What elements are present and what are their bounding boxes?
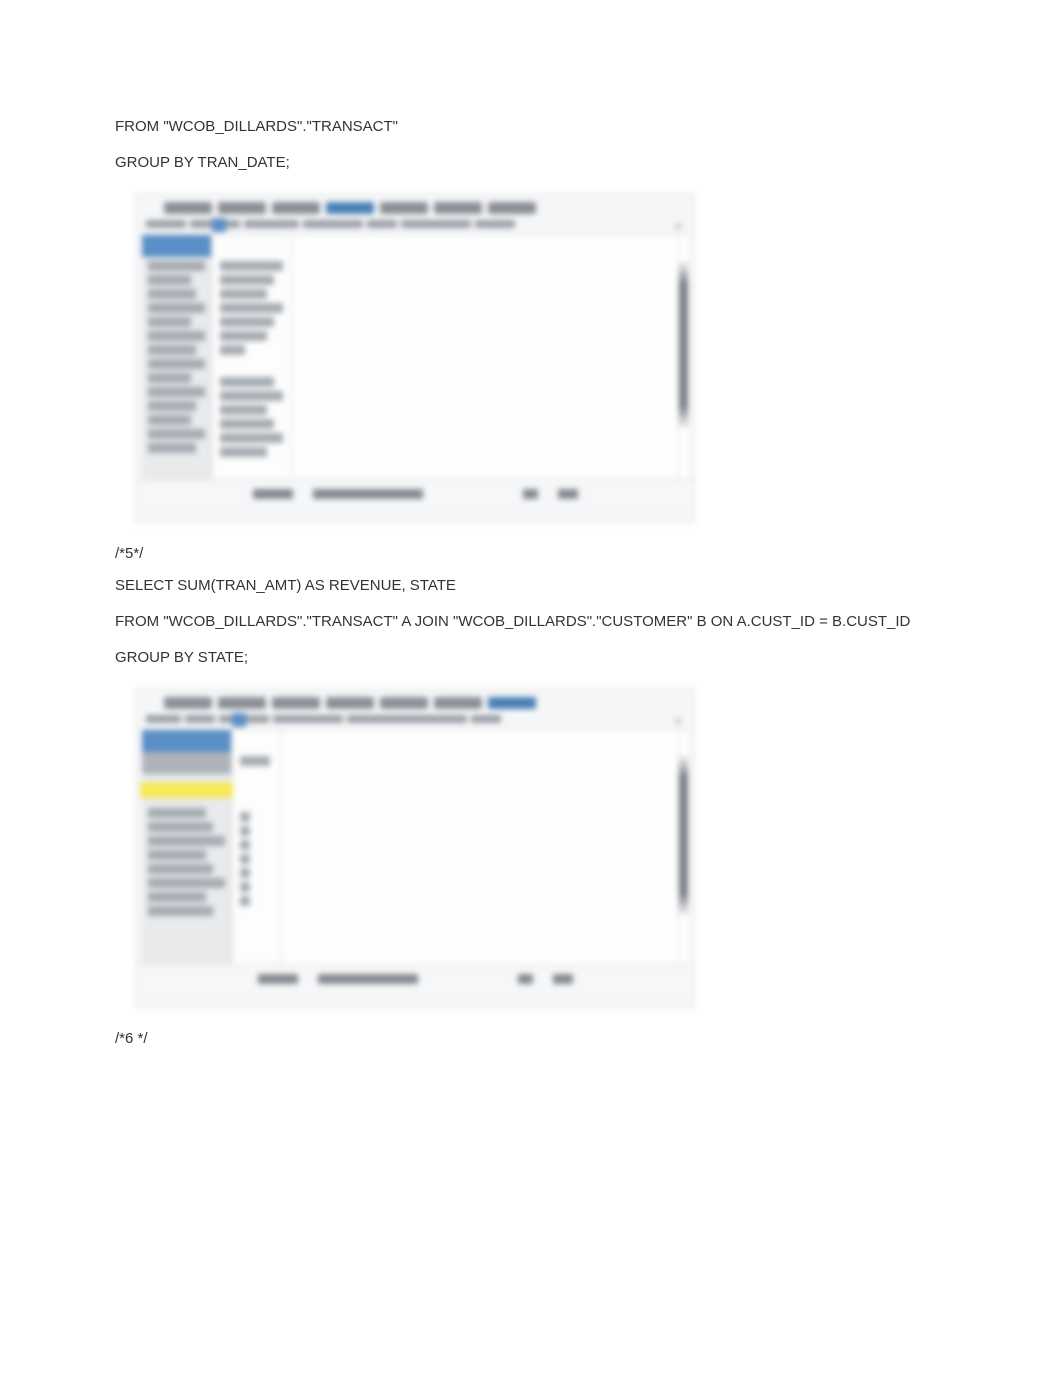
sql-from-line: FROM "WCOB_DILLARDS"."TRANSACT" (115, 115, 947, 139)
breadcrumb-row (136, 713, 694, 729)
tab-icon (434, 202, 482, 214)
tab-icon (380, 202, 428, 214)
tab-row (136, 194, 694, 218)
sql-groupby-state-line: GROUP BY STATE; (115, 646, 947, 670)
tab-icon (380, 697, 428, 709)
sql-comment-5: /*5*/ (115, 545, 947, 562)
tab-icon (326, 697, 374, 709)
footer-row (136, 964, 694, 992)
vertical-scrollbar (678, 235, 688, 479)
tab-icon (488, 697, 536, 709)
result-screenshot-1: ✕ (135, 193, 927, 523)
row-header-column (142, 235, 212, 479)
tab-icon (272, 202, 320, 214)
tab-row (136, 689, 694, 713)
sql-from-join-line: FROM "WCOB_DILLARDS"."TRANSACT" A JOIN "… (115, 610, 947, 634)
tab-icon (218, 202, 266, 214)
tab-icon (326, 202, 374, 214)
highlighted-row (140, 782, 233, 798)
row-header-column (142, 730, 232, 964)
result-screenshot-2: ✕ (135, 688, 927, 1008)
footer-row (136, 479, 694, 507)
tab-icon (434, 697, 482, 709)
close-icon: ✕ (674, 717, 684, 727)
sql-comment-6: /*6 */ (115, 1030, 947, 1047)
tab-icon (272, 697, 320, 709)
tab-icon (218, 697, 266, 709)
data-column (212, 235, 292, 479)
tab-icon (164, 202, 212, 214)
sql-groupby-line: GROUP BY TRAN_DATE; (115, 151, 947, 175)
vertical-scrollbar (678, 730, 688, 964)
tab-icon (164, 697, 212, 709)
close-icon: ✕ (674, 222, 684, 232)
tab-icon (488, 202, 536, 214)
sql-select-line: SELECT SUM(TRAN_AMT) AS REVENUE, STATE (115, 574, 947, 598)
data-column (232, 730, 282, 964)
